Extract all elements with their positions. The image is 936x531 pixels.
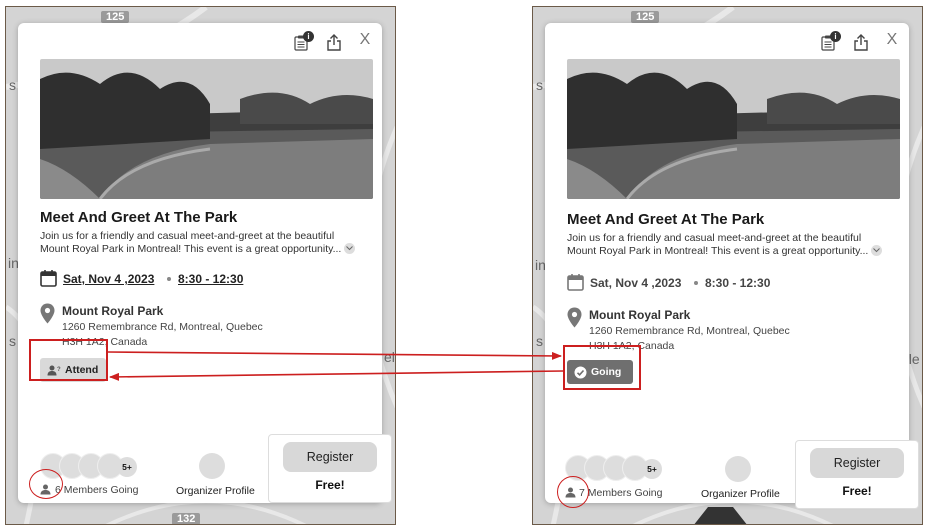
event-time: 8:30 - 12:30 <box>178 272 244 286</box>
left-screen: 125 132 s in s el i X Meet And Greet At … <box>5 6 396 525</box>
road-label-top: 125 <box>631 11 660 23</box>
register-button[interactable]: Register <box>283 442 377 472</box>
organizer-profile-link[interactable]: Organizer Profile <box>176 485 255 497</box>
event-title: Meet And Greet At The Park <box>40 209 238 226</box>
description-line-2: Mount Royal Park in Montreal! This event… <box>40 243 358 256</box>
event-date: Sat, Nov 4 ,2023 <box>63 272 155 286</box>
share-icon[interactable] <box>853 34 869 51</box>
event-card: i X Meet And Greet At The Park Join us f… <box>545 23 919 509</box>
calendar-icon <box>567 274 584 291</box>
price-label: Free! <box>315 478 345 492</box>
event-photo <box>40 59 373 199</box>
highlight-members-count-left <box>29 469 63 499</box>
location-pin-icon <box>567 307 582 328</box>
close-icon[interactable]: X <box>358 31 372 49</box>
info-badge: i <box>830 31 841 42</box>
info-badge: i <box>303 31 314 42</box>
event-description: Join us for a friendly and casual meet-a… <box>567 232 885 257</box>
event-photo <box>567 59 900 199</box>
event-date: Sat, Nov 4 ,2023 <box>590 276 682 290</box>
description-text: Mount Royal Park in Montreal! This event… <box>567 244 869 257</box>
separator-dot <box>167 277 171 281</box>
expand-description-button[interactable] <box>871 245 883 257</box>
location-pin-icon <box>40 303 55 324</box>
organizer-avatar[interactable] <box>725 456 751 482</box>
register-panel: Register Free! <box>795 440 919 509</box>
road-label-top: 125 <box>101 11 130 23</box>
calendar-icon <box>40 270 57 287</box>
price-label: Free! <box>842 484 872 498</box>
event-description: Join us for a friendly and casual meet-a… <box>40 230 358 255</box>
description-text: Mount Royal Park in Montreal! This event… <box>40 242 342 255</box>
more-attendees-count: 5+ <box>642 459 662 479</box>
expand-description-button[interactable] <box>344 243 356 255</box>
description-line: Join us for a friendly and casual meet-a… <box>567 232 862 244</box>
map-text: s <box>9 77 16 93</box>
highlight-attend-button <box>29 339 108 381</box>
event-time: 8:30 - 12:30 <box>705 276 771 290</box>
highlight-going-button <box>563 345 641 390</box>
event-card: i X Meet And Greet At The Park Join us f… <box>18 23 392 503</box>
location-name: Mount Royal Park <box>589 308 691 322</box>
address-line: 1260 Remembrance Rd, Montreal, Quebec <box>589 325 790 337</box>
members-going: 6 Members Going <box>55 484 138 496</box>
road-label-bottom: 132 <box>172 513 201 524</box>
organizer-profile-link[interactable]: Organizer Profile <box>701 488 780 500</box>
register-button[interactable]: Register <box>810 448 904 478</box>
chevron-down-icon <box>873 248 881 253</box>
highlight-members-count-right <box>557 476 589 508</box>
description-line: Join us for a friendly and casual meet-a… <box>40 230 335 242</box>
location-name: Mount Royal Park <box>62 304 164 318</box>
right-screen: 125 s in s ele i X Meet And Greet At The… <box>532 6 923 525</box>
members-going: 7 Members Going <box>579 487 662 499</box>
map-text: el <box>384 349 395 365</box>
share-icon[interactable] <box>326 34 342 51</box>
close-icon[interactable]: X <box>885 31 899 49</box>
card-toolbar: i X <box>262 31 372 51</box>
event-title: Meet And Greet At The Park <box>567 211 765 228</box>
card-toolbar: i X <box>789 31 899 51</box>
more-attendees-count: 5+ <box>117 457 137 477</box>
map-text: s <box>536 333 543 349</box>
description-line-2: Mount Royal Park in Montreal! This event… <box>567 245 885 258</box>
members-label: Members Going <box>63 484 139 496</box>
chevron-down-icon <box>346 246 354 251</box>
map-text: s <box>536 77 543 93</box>
organizer-avatar[interactable] <box>199 453 225 479</box>
address-line: 1260 Remembrance Rd, Montreal, Quebec <box>62 321 263 333</box>
map-text: s <box>9 333 16 349</box>
separator-dot <box>694 281 698 285</box>
register-panel: Register Free! <box>268 434 392 503</box>
members-label: Members Going <box>587 487 663 499</box>
